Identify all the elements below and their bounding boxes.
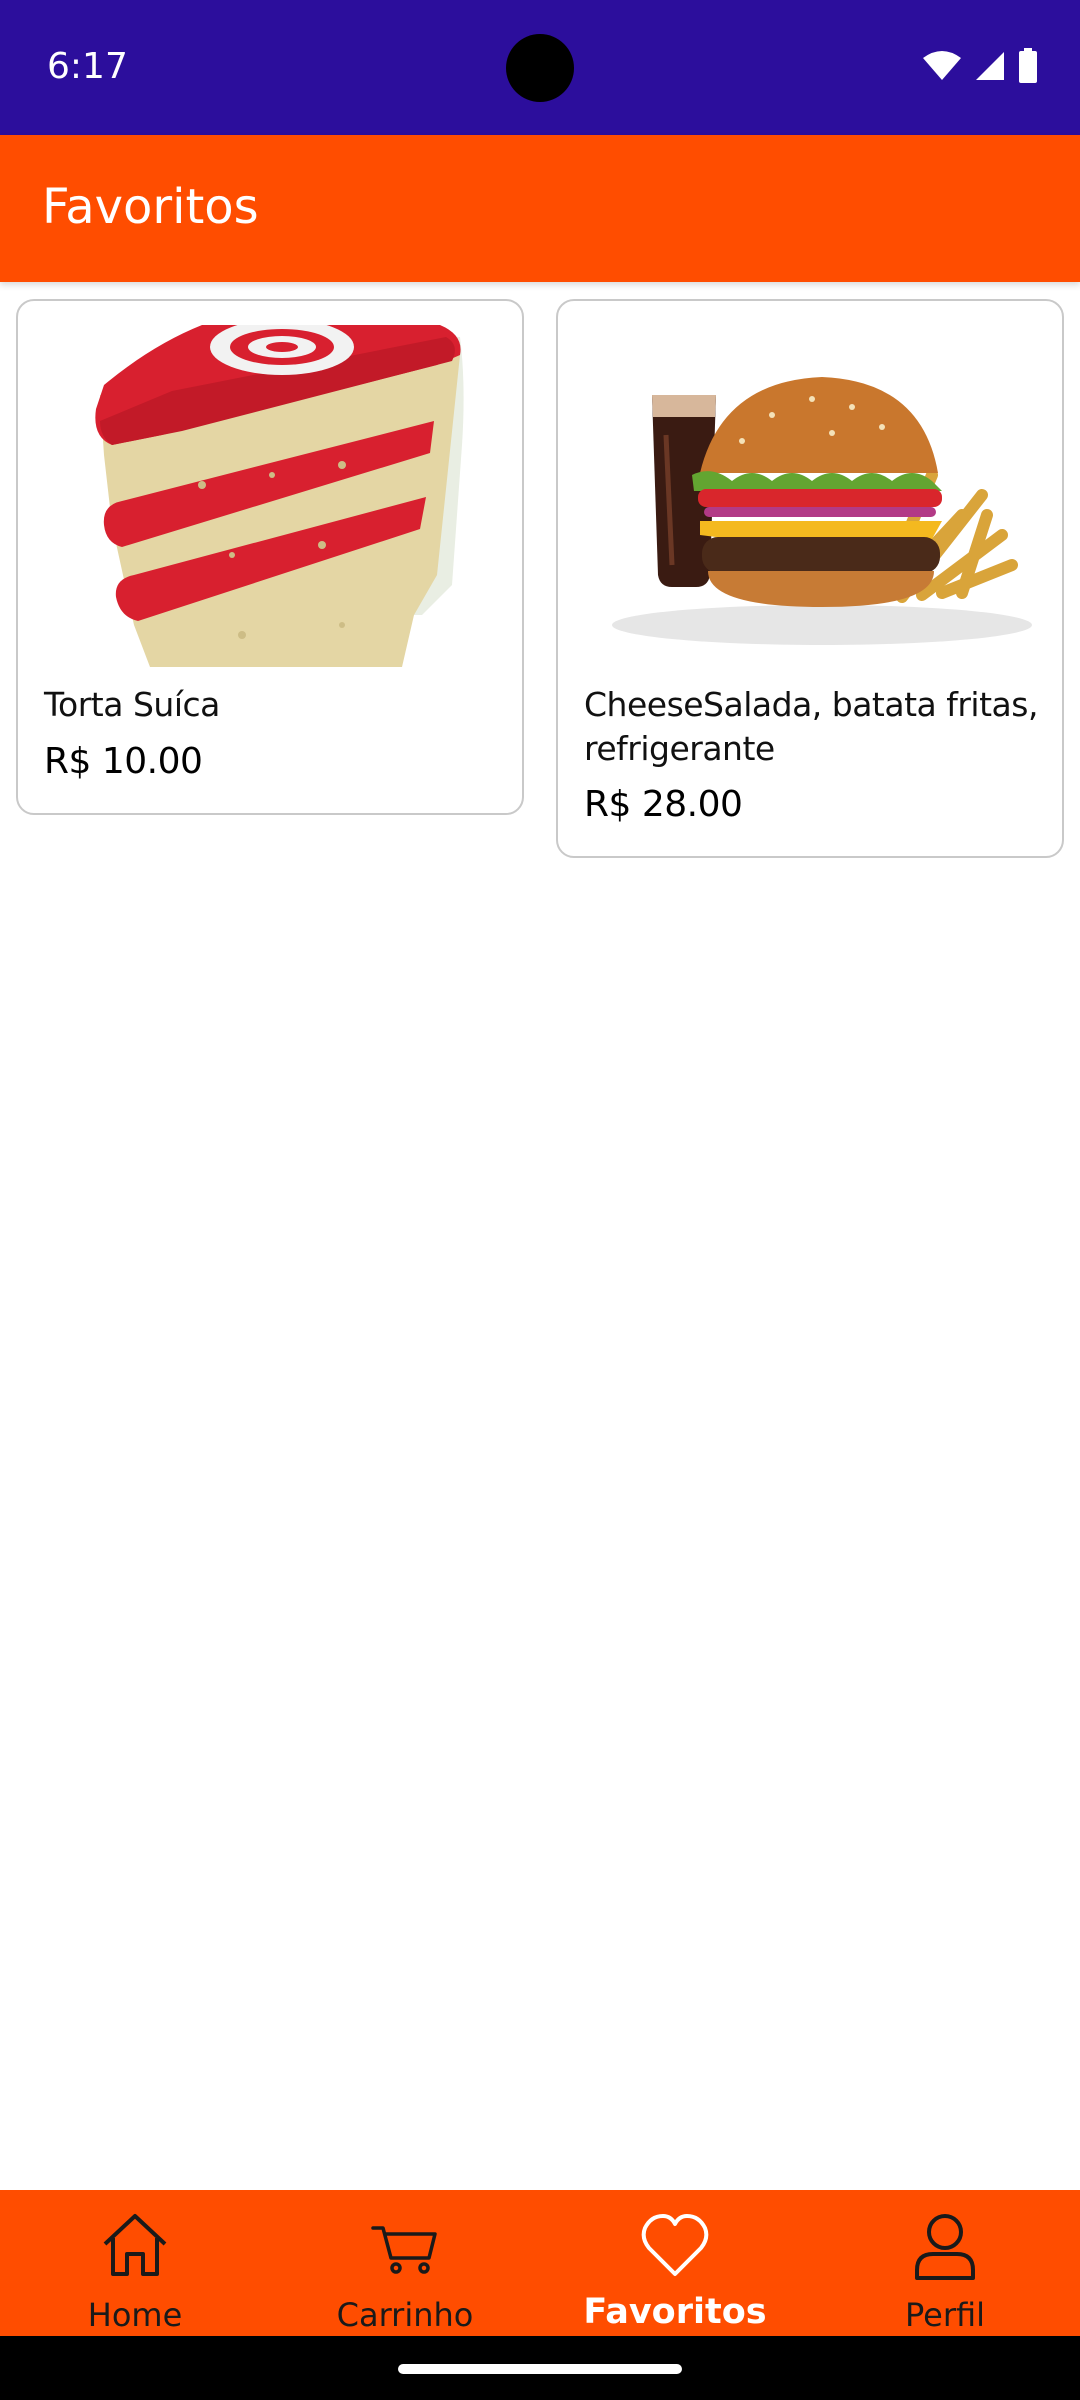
app-bar: Favoritos bbox=[0, 135, 1080, 282]
favorite-card[interactable]: CheeseSalada, batata fritas, refrigerant… bbox=[556, 299, 1064, 858]
product-price: R$ 28.00 bbox=[584, 784, 743, 825]
nav-label: Home bbox=[87, 2296, 183, 2334]
nav-item-cart[interactable]: Carrinho bbox=[270, 2190, 540, 2336]
camera-cutout bbox=[506, 34, 574, 102]
status-icons bbox=[922, 48, 1038, 84]
product-name: Torta Suíca bbox=[44, 685, 220, 724]
home-icon bbox=[103, 2214, 167, 2276]
signal-icon bbox=[976, 52, 1004, 80]
cart-icon bbox=[371, 2226, 437, 2274]
page-title: Favoritos bbox=[42, 179, 259, 235]
nav-item-profile[interactable]: Perfil bbox=[810, 2190, 1080, 2336]
heart-icon bbox=[641, 2214, 709, 2276]
nav-label: Perfil bbox=[904, 2296, 986, 2334]
home-gesture-handle[interactable] bbox=[398, 2364, 682, 2374]
status-time: 6:17 bbox=[47, 46, 128, 87]
wifi-icon bbox=[923, 51, 961, 80]
cake-slice-image bbox=[42, 325, 500, 667]
nav-item-home[interactable]: Home bbox=[0, 2190, 270, 2336]
status-bar: 6:17 bbox=[0, 0, 1080, 135]
bottom-navigation: Home Carrinho Favoritos Perfil bbox=[0, 2190, 1080, 2336]
nav-item-favorites[interactable]: Favoritos bbox=[540, 2190, 810, 2336]
product-name: CheeseSalada, batata fritas, refrigerant… bbox=[584, 685, 1038, 768]
burger-combo-image bbox=[582, 325, 1040, 667]
favorite-card[interactable]: Torta Suíca R$ 10.00 bbox=[16, 299, 524, 815]
nav-label: Favoritos bbox=[583, 2292, 767, 2332]
product-price: R$ 10.00 bbox=[44, 741, 203, 782]
nav-label: Carrinho bbox=[336, 2296, 474, 2334]
person-icon bbox=[915, 2214, 975, 2280]
battery-icon bbox=[1019, 48, 1037, 83]
system-navigation-bar bbox=[0, 2336, 1080, 2400]
